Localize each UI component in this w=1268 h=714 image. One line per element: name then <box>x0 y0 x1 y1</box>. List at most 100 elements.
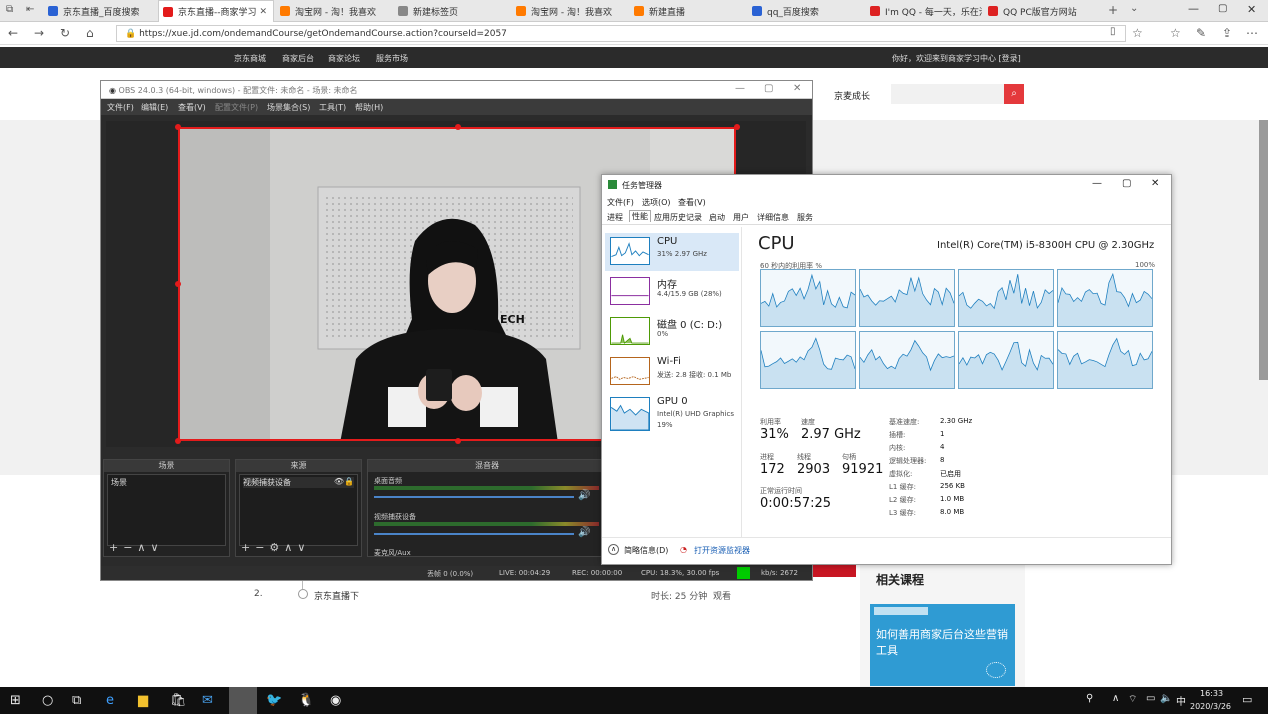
page-scrollbar[interactable] <box>1259 120 1268 380</box>
task-view-icon[interactable]: ⧉ <box>72 693 81 708</box>
resource-disk[interactable]: 磁盘 0 (C: D:) 0% <box>605 313 739 351</box>
obs-minimize-icon[interactable]: — <box>735 83 745 94</box>
resize-handle[interactable] <box>175 281 181 287</box>
favorite-star-icon[interactable]: ☆ <box>1132 26 1143 40</box>
resource-wifi[interactable]: Wi-Fi 发送: 2.8 接收: 0.1 Mb <box>605 353 739 391</box>
browser-tab[interactable]: 京东直播_百度搜索 <box>44 0 160 22</box>
tab-processes[interactable]: 进程 <box>607 212 623 223</box>
nav-merchant-forum[interactable]: 商家论坛 <box>328 53 360 64</box>
tm-close-icon[interactable]: ✕ <box>1151 178 1159 189</box>
tm-menu-view[interactable]: 查看(V) <box>678 197 706 208</box>
eye-lock-icon[interactable]: 👁🔒 <box>334 477 354 486</box>
file-explorer-icon[interactable]: ▆ <box>138 693 148 708</box>
network-icon[interactable]: ⌔ <box>1128 693 1137 706</box>
welcome-login-link[interactable]: 你好，欢迎来到商家学习中心 [登录] <box>892 53 1021 64</box>
source-item[interactable]: 视频捕获设备 👁🔒 <box>243 477 354 488</box>
favorites-hub-icon[interactable]: ☆ <box>1170 26 1181 40</box>
scene-item[interactable]: 场景 <box>111 477 222 488</box>
obs-menu-tools[interactable]: 工具(T) <box>319 102 346 113</box>
browser-tab[interactable]: 淘宝网 - 淘！我喜欢 <box>512 0 628 22</box>
url-field[interactable]: 🔒 https://xue.jd.com/ondemandCourse/getO… <box>116 25 1126 42</box>
chevron-up-icon[interactable]: ∧ <box>608 544 619 555</box>
tm-maximize-icon[interactable]: ▢ <box>1122 178 1131 189</box>
browser-tab[interactable]: qq_百度搜索 <box>748 0 864 22</box>
nav-merchant-backend[interactable]: 商家后台 <box>282 53 314 64</box>
speaker-icon[interactable]: 🔊 <box>578 490 590 501</box>
browser-tab[interactable]: QQ PC版官方网站 <box>984 0 1100 22</box>
capture-volume-slider[interactable] <box>374 533 574 535</box>
pen-icon[interactable]: ✎ <box>1196 26 1206 40</box>
close-window-icon[interactable]: ✕ <box>1247 3 1256 16</box>
source-controls[interactable]: +−⚙∧∨ <box>241 541 310 554</box>
reading-view-icon[interactable]: ▯ <box>1110 26 1116 37</box>
close-tab-icon[interactable]: ✕ <box>259 7 267 17</box>
share-icon[interactable]: ⇪ <box>1222 26 1232 40</box>
tab-list-icon[interactable]: ⌄ <box>1130 3 1138 14</box>
clock-date[interactable]: 2020/3/26 <box>1190 702 1231 711</box>
tm-menu-file[interactable]: 文件(F) <box>607 197 634 208</box>
resize-handle[interactable] <box>455 438 461 444</box>
resize-handle[interactable] <box>175 124 181 130</box>
tab-users[interactable]: 用户 <box>733 212 749 223</box>
browser-tab[interactable]: I'm QQ - 每一天，乐在沟 <box>866 0 982 22</box>
resource-cpu[interactable]: CPU 31% 2.97 GHz <box>605 233 739 271</box>
task-manager-taskbar-icon[interactable] <box>229 687 257 714</box>
desktop-volume-slider[interactable] <box>374 496 574 498</box>
tm-minimize-icon[interactable]: — <box>1092 178 1102 189</box>
resize-handle[interactable] <box>734 124 740 130</box>
back-icon[interactable]: ← <box>8 26 18 40</box>
nav-jd-mall[interactable]: 京东商城 <box>234 53 266 64</box>
obs-menu-edit[interactable]: 编辑(E) <box>141 102 168 113</box>
app-bird-icon[interactable]: 🐦 <box>266 693 282 708</box>
search-button[interactable]: ⌕ <box>1004 84 1024 104</box>
tray-chevron-icon[interactable]: ∧ <box>1112 693 1119 704</box>
watch-link[interactable]: 观看 <box>713 589 731 602</box>
more-icon[interactable]: ⋯ <box>1246 26 1258 40</box>
minimize-icon[interactable]: — <box>1188 2 1199 15</box>
related-course-banner[interactable]: 如何善用商家后台这些营销工具 <box>870 604 1015 686</box>
forward-icon[interactable]: → <box>34 26 44 40</box>
resize-handle[interactable] <box>455 124 461 130</box>
search-icon[interactable]: ○ <box>42 693 53 708</box>
resource-gpu[interactable]: GPU 0 Intel(R) UHD Graphics 19% <box>605 393 739 437</box>
tm-menu-options[interactable]: 选项(O) <box>642 197 671 208</box>
volume-icon[interactable]: 🔈 <box>1160 693 1172 704</box>
store-icon[interactable]: 🛍 <box>170 693 187 708</box>
obs-menu-view[interactable]: 查看(V) <box>178 102 206 113</box>
resize-handle[interactable] <box>175 438 181 444</box>
tab-services[interactable]: 服务 <box>797 212 813 223</box>
windows-start-icon[interactable]: ⊞ <box>10 693 21 708</box>
home-icon[interactable]: ⌂ <box>86 26 94 40</box>
site-search-input[interactable] <box>891 84 1005 104</box>
tab-back-icon[interactable]: ⇤ <box>26 4 34 15</box>
growth-link[interactable]: 京麦成长 <box>834 89 870 102</box>
obs-close-icon[interactable]: ✕ <box>793 83 801 94</box>
scene-controls[interactable]: +−∧∨ <box>109 541 164 554</box>
obs-menu-profile[interactable]: 配置文件(P) <box>215 102 258 113</box>
tab-startup[interactable]: 启动 <box>709 212 725 223</box>
maximize-icon[interactable]: ▢ <box>1218 3 1227 14</box>
ime-indicator[interactable]: 中 <box>1176 693 1186 708</box>
notification-icon[interactable]: ▭ <box>1242 693 1252 706</box>
obs-taskbar-icon[interactable]: ◉ <box>330 693 341 708</box>
browser-tab[interactable]: 新建直播 <box>630 0 746 22</box>
open-resource-monitor-link[interactable]: 打开资源监视器 <box>694 545 750 556</box>
refresh-icon[interactable]: ↻ <box>60 26 70 40</box>
qq-icon[interactable]: 🐧 <box>298 693 314 708</box>
obs-menu-help[interactable]: 帮助(H) <box>355 102 383 113</box>
tab-performance[interactable]: 性能 <box>629 210 651 222</box>
tab-app-history[interactable]: 应用历史记录 <box>654 212 702 223</box>
edge-icon[interactable]: e <box>106 693 114 708</box>
battery-icon[interactable]: ▭ <box>1146 693 1155 704</box>
obs-menu-file[interactable]: 文件(F) <box>107 102 134 113</box>
browser-tab[interactable]: 淘宝网 - 淘！我喜欢 <box>276 0 392 22</box>
browser-tab[interactable]: 新建标签页 <box>394 0 510 22</box>
clock-time[interactable]: 16:33 <box>1200 689 1223 698</box>
course-title[interactable]: 京东直播下 <box>314 589 359 602</box>
people-icon[interactable]: ⚲ <box>1086 693 1093 704</box>
browser-tab[interactable]: 京东直播--商家学习 ✕ <box>158 0 274 22</box>
fewer-details-link[interactable]: 简略信息(D) <box>624 545 668 556</box>
obs-maximize-icon[interactable]: ▢ <box>764 83 773 94</box>
new-tab-button[interactable]: + <box>1108 3 1118 17</box>
speaker-icon[interactable]: 🔊 <box>578 527 590 538</box>
